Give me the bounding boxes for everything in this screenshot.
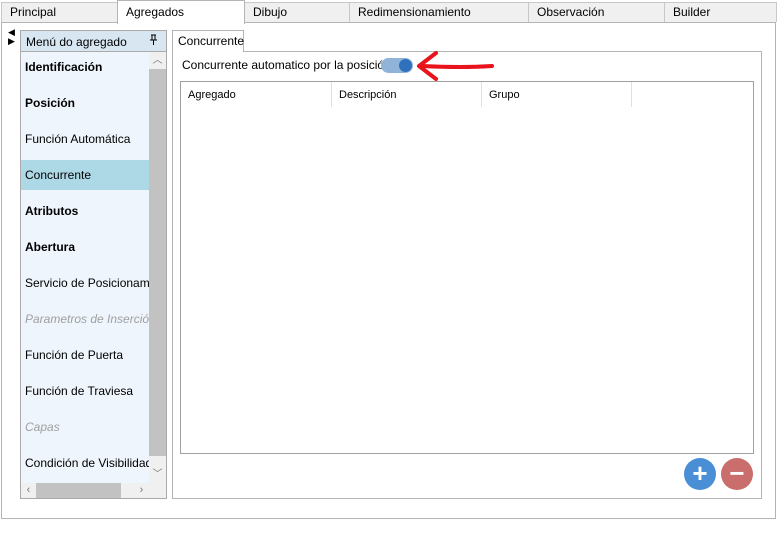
scrollbar-corner [149,483,166,498]
panel-collapse-arrows[interactable]: ◀ ▶ [8,28,18,46]
aggregate-menu-title: Menú do agregado [26,35,127,49]
menu-horizontal-scrollbar[interactable]: ‹ › [21,483,149,498]
tab-principal[interactable]: Principal [1,2,118,22]
menu-item-condicion-visibilidad[interactable]: Condición de Visibilidad [21,448,149,478]
top-tab-strip: Principal Agregados Dibujo Redimensionam… [0,0,784,24]
tab-observacion[interactable]: Observación [528,2,665,22]
menu-item-servicio-posicionamiento[interactable]: Servicio de Posicionamiento [21,268,149,298]
scroll-right-icon[interactable]: › [134,483,149,498]
minus-icon: − [729,458,745,488]
concurrente-grid[interactable]: Agregado Descripción Grupo [180,81,754,454]
menu-item-posicion[interactable]: Posición [21,88,149,118]
menu-item-capas: Capas [25,420,60,434]
vertical-scroll-thumb[interactable] [149,69,166,456]
menu-vertical-scrollbar[interactable]: ︿ ﹀ [149,52,166,483]
arrow-right-icon[interactable]: ▶ [8,37,18,46]
add-button[interactable]: + [684,458,716,490]
menu-item-funcion-puerta[interactable]: Función de Puerta [21,340,149,370]
column-header-agregado[interactable]: Agregado [181,82,332,107]
menu-item-parametros-insercion: Parametros de Inserción [25,312,149,326]
menu-item-funcion-automatica[interactable]: Función Automática [21,124,149,154]
red-arrow-annotation-icon [417,51,494,81]
tab-concurrente[interactable]: Concurrente [172,30,244,52]
auto-concurrent-toggle[interactable] [381,58,413,73]
menu-item-concurrente[interactable]: Concurrente [21,160,149,190]
menu-item-abertura[interactable]: Abertura [21,232,149,262]
menu-item-atributos[interactable]: Atributos [21,196,149,226]
plus-icon: + [692,458,708,488]
tab-builder[interactable]: Builder [664,2,777,22]
grid-header: Agregado Descripción Grupo [181,82,633,107]
aggregate-menu-header: Menú do agregado [21,31,166,52]
horizontal-scroll-thumb[interactable] [36,483,121,498]
column-header-descripcion[interactable]: Descripción [332,82,482,107]
column-header-grupo[interactable]: Grupo [482,82,632,107]
toggle-knob[interactable] [399,59,412,72]
menu-item-funcion-traviesa[interactable]: Función de Traviesa [21,376,149,406]
aggregate-menu-panel: Menú do agregado Identificación Posición… [20,30,167,499]
scroll-down-icon[interactable]: ﹀ [149,466,166,483]
aggregate-menu-list: Identificación Posición Función Automáti… [21,52,149,483]
tab-agregados[interactable]: Agregados [117,0,245,24]
pin-icon[interactable] [149,34,158,49]
scroll-left-icon[interactable]: ‹ [21,483,36,498]
remove-button[interactable]: − [721,458,753,490]
menu-item-identificacion[interactable]: Identificación [21,52,149,82]
tab-redimensionamiento[interactable]: Redimensionamiento [349,2,529,22]
auto-concurrent-label: Concurrente automatico por la posición [182,58,391,72]
tab-dibujo[interactable]: Dibujo [244,2,350,22]
scroll-up-icon[interactable]: ︿ [149,52,166,69]
